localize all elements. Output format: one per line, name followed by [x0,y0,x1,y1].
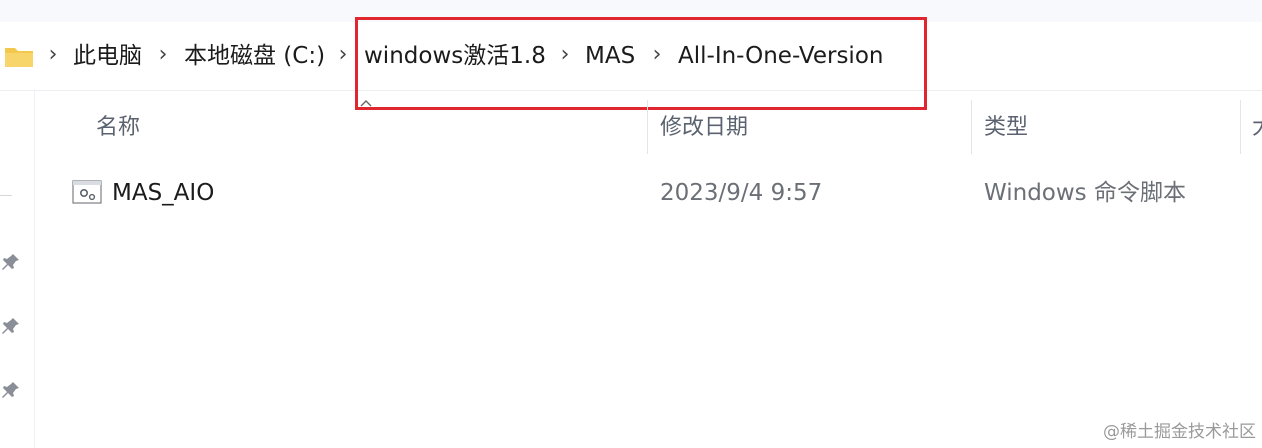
column-header-type[interactable]: 类型 [984,91,1028,155]
pin-icon[interactable] [0,251,22,273]
breadcrumb-all-in-one-version[interactable]: All-In-One-Version [678,22,883,90]
breadcrumb-separator-icon[interactable]: › [650,22,664,90]
breadcrumb-separator-icon[interactable]: › [156,22,170,90]
column-divider[interactable] [971,100,972,154]
column-divider[interactable] [1240,100,1241,154]
breadcrumb-local-disk[interactable]: 本地磁盘 (C:) [184,22,325,90]
file-row[interactable]: MAS_AIO 2023/9/4 9:57 Windows 命令脚本 [60,163,1262,221]
column-header-name[interactable]: 名称 [96,91,140,155]
column-divider[interactable] [647,100,648,154]
file-type: Windows 命令脚本 [984,180,1186,206]
breadcrumb-mas[interactable]: MAS [585,22,635,90]
pin-icon[interactable] [0,379,22,401]
breadcrumb-separator-icon[interactable]: › [558,22,572,90]
batch-file-icon [72,180,102,204]
watermark: @稀土掘金技术社区 [1103,422,1256,442]
folder-icon [5,48,33,67]
breadcrumb-windows-activation[interactable]: windows激活1.8 [364,22,546,90]
file-explorer-window: › 此电脑 › 本地磁盘 (C:) › windows激活1.8 › MAS ›… [0,0,1262,448]
sort-caret-icon[interactable] [360,99,372,107]
breadcrumb-separator-icon[interactable]: › [46,22,60,90]
toolbar-strip [0,0,1262,23]
breadcrumb-this-pc[interactable]: 此电脑 [73,22,142,90]
nav-divider [0,195,12,196]
navigation-pane[interactable] [0,91,35,448]
breadcrumb-separator-icon[interactable]: › [336,22,350,90]
file-name[interactable]: MAS_AIO [112,163,214,221]
address-bar[interactable]: › 此电脑 › 本地磁盘 (C:) › windows激活1.8 › MAS ›… [0,22,1262,91]
column-header-modified[interactable]: 修改日期 [660,91,748,155]
file-modified-date: 2023/9/4 9:57 [660,180,823,206]
pin-icon[interactable] [0,315,22,337]
column-header-size[interactable]: 大 [1252,91,1262,155]
